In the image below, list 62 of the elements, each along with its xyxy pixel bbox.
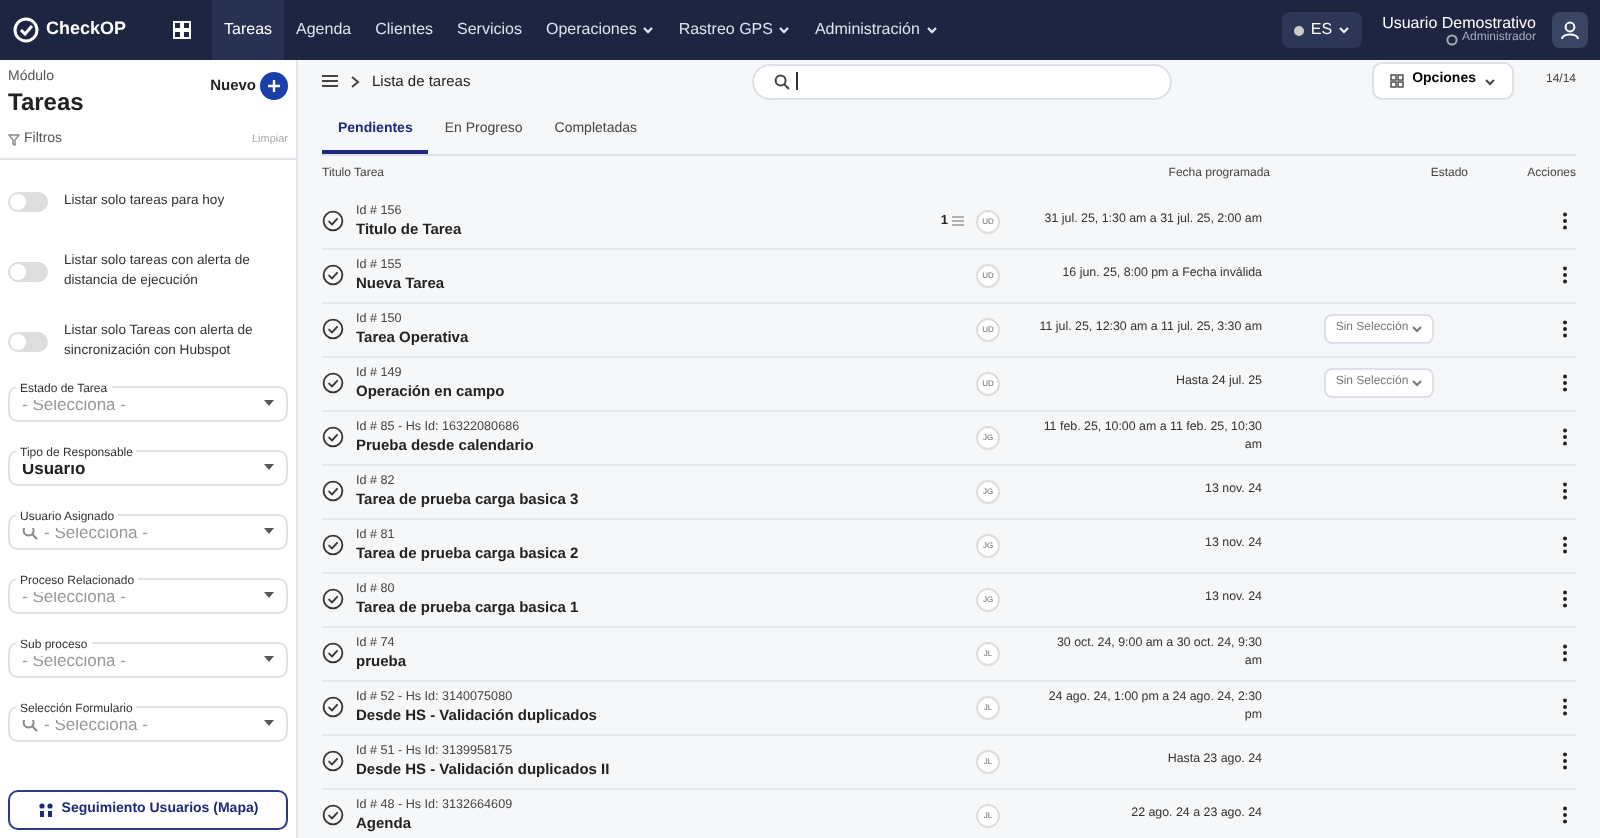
role-icon bbox=[1445, 33, 1458, 46]
list-icon bbox=[952, 216, 964, 226]
caret-icon bbox=[264, 592, 274, 600]
more-options-icon[interactable] bbox=[1562, 536, 1568, 554]
check-circle-icon[interactable] bbox=[322, 318, 344, 340]
more-options-icon[interactable] bbox=[1562, 590, 1568, 608]
more-options-icon[interactable] bbox=[1562, 320, 1568, 338]
check-circle-icon[interactable] bbox=[322, 588, 344, 610]
more-options-icon[interactable] bbox=[1562, 482, 1568, 500]
caret-icon bbox=[264, 464, 274, 472]
user-name: Usuario Demostrativo bbox=[1382, 13, 1536, 32]
module-title: Tareas bbox=[8, 89, 84, 113]
check-circle-icon[interactable] bbox=[322, 372, 344, 394]
nav-item[interactable]: Agenda bbox=[284, 0, 364, 60]
users-icon bbox=[37, 801, 54, 818]
caret-icon bbox=[264, 400, 274, 408]
more-options-icon[interactable] bbox=[1562, 698, 1568, 716]
chevron-icon bbox=[350, 75, 360, 87]
check-circle-icon[interactable] bbox=[322, 264, 344, 286]
nav-item[interactable]: Tareas bbox=[212, 0, 285, 60]
nav-item[interactable]: Administración bbox=[802, 0, 950, 60]
nav-item[interactable]: Servicios bbox=[445, 0, 534, 60]
nav-item[interactable]: Clientes bbox=[363, 0, 446, 60]
check-circle-icon[interactable] bbox=[322, 534, 344, 556]
more-options-icon[interactable] bbox=[1562, 374, 1568, 392]
caret-icon bbox=[264, 720, 274, 728]
user-icon bbox=[1560, 20, 1580, 40]
caret-icon bbox=[264, 528, 274, 536]
more-options-icon[interactable] bbox=[1562, 428, 1568, 446]
caret-icon bbox=[1483, 75, 1496, 87]
user-avatar[interactable] bbox=[1552, 12, 1588, 48]
logo-icon bbox=[12, 16, 40, 44]
caret-icon bbox=[264, 656, 274, 664]
filter-icon bbox=[8, 133, 20, 146]
caret-icon bbox=[1412, 325, 1423, 333]
more-options-icon[interactable] bbox=[1562, 752, 1568, 770]
menu-icon[interactable] bbox=[322, 74, 338, 88]
toggle-switch[interactable] bbox=[8, 262, 48, 282]
toggle-switch[interactable] bbox=[8, 192, 48, 212]
grid-icon[interactable] bbox=[172, 20, 192, 40]
toggle-switch[interactable] bbox=[8, 332, 48, 352]
more-options-icon[interactable] bbox=[1562, 266, 1568, 284]
grid-icon bbox=[1390, 74, 1405, 88]
brand-name: CheckOP bbox=[46, 16, 127, 43]
more-options-icon[interactable] bbox=[1562, 806, 1568, 824]
check-circle-icon[interactable] bbox=[322, 750, 344, 772]
search-icon bbox=[773, 73, 790, 89]
more-options-icon[interactable] bbox=[1562, 212, 1568, 230]
search-field[interactable] bbox=[751, 63, 1172, 99]
check-circle-icon[interactable] bbox=[322, 480, 344, 502]
nav-item[interactable]: Operaciones bbox=[533, 0, 667, 60]
check-circle-icon[interactable] bbox=[322, 696, 344, 718]
check-circle-icon[interactable] bbox=[322, 804, 344, 826]
nav-item[interactable]: Rastreo GPS bbox=[666, 0, 803, 60]
add-button[interactable] bbox=[260, 72, 288, 100]
more-options-icon[interactable] bbox=[1562, 644, 1568, 662]
check-circle-icon[interactable] bbox=[322, 426, 344, 448]
check-circle-icon[interactable] bbox=[322, 210, 344, 232]
language-button[interactable]: ES bbox=[1282, 12, 1363, 48]
check-circle-icon[interactable] bbox=[322, 642, 344, 664]
caret-icon bbox=[1412, 379, 1423, 387]
caret-icon bbox=[1338, 24, 1351, 36]
